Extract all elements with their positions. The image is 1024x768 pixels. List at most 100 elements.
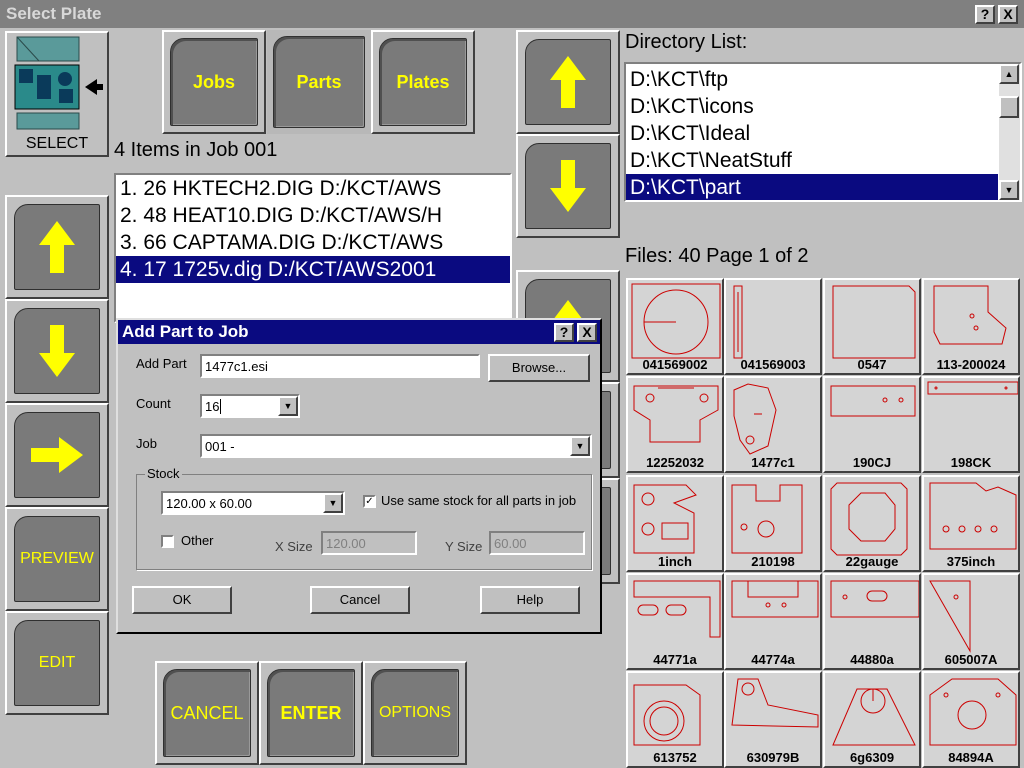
job-item-row[interactable]: 2. 48 HEAT10.DIG D:/KCT/AWS/H — [116, 202, 510, 229]
directory-down-button[interactable] — [516, 134, 620, 238]
ysize-input[interactable]: 60.00 — [489, 531, 585, 555]
tab-jobs[interactable]: Jobs — [162, 30, 266, 134]
window-close-button[interactable]: X — [998, 5, 1018, 24]
list-down-button[interactable] — [5, 299, 109, 403]
cancel-button[interactable]: CANCEL — [155, 661, 259, 765]
part-preview-icon — [633, 385, 719, 443]
file-thumbnail[interactable]: 041569003 — [724, 278, 822, 375]
file-thumbnail[interactable]: 613752 — [626, 671, 724, 768]
edit-button[interactable]: EDIT — [5, 611, 109, 715]
file-thumbnail[interactable]: 12252032 — [626, 376, 724, 473]
select-tool-button[interactable]: SELECT — [5, 31, 109, 157]
job-item-row[interactable]: 4. 17 1725v.dig D:/KCT/AWS2001 — [116, 256, 510, 283]
browse-button[interactable]: Browse... — [488, 354, 590, 382]
job-item-row[interactable]: 3. 66 CAPTAMA.DIG D:/KCT/AWS — [116, 229, 510, 256]
add-part-dialog: Add Part to Job ? X Add Part 1477c1.esi … — [116, 318, 602, 634]
file-thumbnail[interactable]: 6g6309 — [823, 671, 921, 768]
scroll-down-icon[interactable]: ▼ — [999, 180, 1019, 200]
file-name: 210198 — [751, 554, 795, 569]
enter-label: ENTER — [267, 669, 355, 757]
right-arrow-icon — [31, 437, 83, 473]
same-stock-label: Use same stock for all parts in job — [381, 493, 577, 508]
add-part-input[interactable]: 1477c1.esi — [200, 354, 480, 378]
file-thumbnail[interactable]: 113-200024 — [922, 278, 1020, 375]
file-name: 44771a — [653, 652, 697, 667]
file-thumbnail[interactable]: 1inch — [626, 475, 724, 572]
directory-item[interactable]: D:\KCT\icons — [626, 93, 998, 120]
tab-plates[interactable]: Plates — [371, 30, 475, 134]
xsize-input[interactable]: 120.00 — [321, 531, 417, 555]
file-name: 190CJ — [852, 455, 892, 470]
file-thumbnail[interactable]: 605007A — [922, 573, 1020, 670]
ok-button[interactable]: OK — [132, 586, 232, 614]
up-arrow-icon — [550, 56, 586, 108]
dialog-close-button[interactable]: X — [577, 323, 597, 342]
down-arrow-icon — [39, 325, 75, 377]
up-arrow-icon — [39, 221, 75, 273]
tab-parts[interactable]: Parts — [267, 30, 371, 134]
job-item-row[interactable]: 1. 26 HKTECH2.DIG D:/KCT/AWS — [116, 175, 510, 202]
file-thumbnail[interactable]: 22gauge — [823, 475, 921, 572]
part-preview-icon — [731, 484, 803, 554]
options-label: OPTIONS — [371, 669, 459, 757]
tab-plates-label: Plates — [379, 38, 467, 126]
help-button[interactable]: Help — [480, 586, 580, 614]
directory-item[interactable]: D:\KCT\NeatStuff — [626, 147, 998, 174]
file-name: 44774a — [751, 652, 795, 667]
preview-label: PREVIEW — [14, 516, 100, 602]
file-thumbnail[interactable]: 210198 — [724, 475, 822, 572]
stock-select[interactable]: 120.00 x 60.00 ▼ — [161, 491, 345, 515]
same-stock-checkbox[interactable]: ✓ — [363, 495, 376, 508]
add-part-label: Add Part — [136, 356, 187, 371]
chevron-down-icon[interactable]: ▼ — [323, 493, 343, 513]
directory-scrollbar[interactable]: ▲ ▼ — [999, 64, 1020, 200]
file-thumbnail[interactable]: 190CJ — [823, 376, 921, 473]
preview-button[interactable]: PREVIEW — [5, 507, 109, 611]
job-select[interactable]: 001 - ▼ — [200, 434, 592, 458]
file-name: 44880a — [850, 652, 894, 667]
other-checkbox[interactable] — [161, 535, 174, 548]
file-thumbnail[interactable]: 375inch — [922, 475, 1020, 572]
stock-group: Stock 120.00 x 60.00 ▼ ✓ Use same stock … — [136, 466, 592, 570]
directory-item[interactable]: D:\KCT\ftp — [626, 66, 998, 93]
chevron-down-icon[interactable]: ▼ — [570, 436, 590, 456]
part-preview-icon — [733, 383, 777, 455]
window-help-button[interactable]: ? — [975, 5, 995, 24]
list-up-button[interactable] — [5, 195, 109, 299]
directory-list[interactable]: D:\KCT\ftp D:\KCT\icons D:\KCT\Ideal D:\KCT… — [624, 62, 1022, 202]
dialog-cancel-button[interactable]: Cancel — [310, 586, 410, 614]
count-value: 16 — [205, 399, 220, 414]
file-thumbnail[interactable]: 44771a — [626, 573, 724, 670]
file-thumbnail[interactable]: 041569002 — [626, 278, 724, 375]
dialog-help-button[interactable]: ? — [554, 323, 574, 342]
file-thumbnail[interactable]: 44880a — [823, 573, 921, 670]
select-tool-label: SELECT — [25, 135, 89, 152]
count-combo[interactable]: 16 ▼ — [200, 394, 300, 418]
part-preview-icon — [929, 580, 971, 653]
scroll-up-icon[interactable]: ▲ — [999, 64, 1019, 84]
file-thumbnail[interactable]: 84894A — [922, 671, 1020, 768]
file-thumbnail[interactable]: 1477c1 — [724, 376, 822, 473]
directory-heading: Directory List: — [625, 31, 748, 53]
enter-button[interactable]: ENTER — [259, 661, 363, 765]
file-thumbnail[interactable]: 44774a — [724, 573, 822, 670]
xsize-label: X Size — [275, 539, 313, 554]
job-items-list[interactable]: 1. 26 HKTECH2.DIG D:/KCT/AWS 2. 48 HEAT10… — [114, 173, 512, 323]
directory-up-button[interactable] — [516, 30, 620, 134]
file-thumbnail[interactable]: 0547 — [823, 278, 921, 375]
scroll-thumb[interactable] — [999, 96, 1019, 118]
file-name: 375inch — [946, 554, 996, 569]
tab-jobs-label: Jobs — [170, 38, 258, 126]
file-name: 22gauge — [845, 554, 899, 569]
part-preview-icon — [832, 688, 916, 746]
file-thumbnail[interactable]: 630979B — [724, 671, 822, 768]
options-button[interactable]: OPTIONS — [363, 661, 467, 765]
file-thumbnail[interactable]: 198CK — [922, 376, 1020, 473]
directory-item[interactable]: D:\KCT\part — [626, 174, 998, 200]
cancel-label: CANCEL — [163, 669, 251, 757]
file-name: 0547 — [857, 357, 887, 372]
list-right-button[interactable] — [5, 403, 109, 507]
part-preview-icon — [830, 385, 916, 417]
chevron-down-icon[interactable]: ▼ — [278, 396, 298, 416]
directory-item[interactable]: D:\KCT\Ideal — [626, 120, 998, 147]
